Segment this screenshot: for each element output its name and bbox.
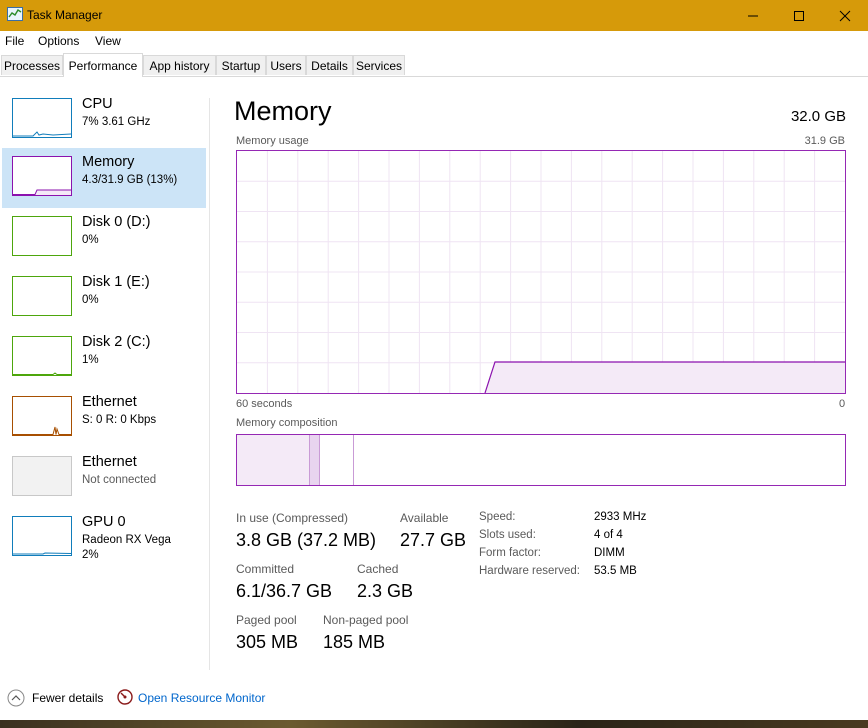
sidebar-item-label: CPU	[82, 96, 113, 112]
sidebar-item-ethernet-disconnected[interactable]: Ethernet Not connected	[2, 448, 206, 508]
ethernet-disconnected-thumbnail	[12, 456, 72, 496]
tab-details[interactable]: Details	[306, 55, 353, 75]
ethernet-thumbnail-graph	[12, 396, 72, 436]
menu-options[interactable]: Options	[38, 34, 79, 48]
cached-label: Cached	[357, 562, 399, 576]
sidebar-item-disk-0[interactable]: Disk 0 (D:) 0%	[2, 208, 206, 268]
memory-usage-max: 31.9 GB	[804, 135, 845, 147]
sidebar-item-label: Memory	[82, 154, 135, 170]
memory-usage-chart	[237, 151, 845, 394]
form-factor-value: DIMM	[594, 547, 625, 559]
menu-file[interactable]: File	[5, 34, 24, 48]
memory-usage-area	[485, 362, 845, 393]
composition-standby	[320, 435, 354, 485]
committed-label: Committed	[236, 562, 295, 576]
tab-bar: Processes Performance App history Startu…	[0, 52, 868, 77]
composition-modified	[310, 435, 320, 485]
tab-services[interactable]: Services	[353, 55, 405, 75]
disk-2-thumbnail-graph	[12, 336, 72, 376]
speed-label: Speed:	[479, 511, 516, 523]
non-paged-pool-label: Non-paged pool	[323, 613, 409, 627]
sidebar-item-disk-1[interactable]: Disk 1 (E:) 0%	[2, 268, 206, 328]
paged-pool-value: 305 MB	[236, 632, 299, 652]
chevron-up-icon[interactable]	[7, 689, 25, 707]
fewer-details-button[interactable]: Fewer details	[32, 691, 103, 705]
non-paged-pool-value: 185 MB	[323, 632, 386, 652]
sidebar-item-gpu-0[interactable]: GPU 0 Radeon RX Vega 2%	[2, 508, 206, 568]
available-label: Available	[400, 511, 449, 525]
sidebar-item-memory[interactable]: Memory 4.3/31.9 GB (13%)	[2, 148, 206, 208]
speed-value: 2933 MHz	[594, 511, 647, 523]
available-value: 27.7 GB	[400, 530, 467, 550]
paged-pool-label: Paged pool	[236, 613, 297, 627]
sidebar-item-label: Disk 0 (D:)	[82, 214, 151, 230]
maximize-button[interactable]	[776, 0, 822, 31]
sidebar-item-value: 1%	[82, 354, 99, 366]
sidebar-item-value-2: 2%	[82, 549, 99, 561]
tab-users[interactable]: Users	[266, 55, 306, 75]
committed-value: 6.1/36.7 GB	[236, 581, 333, 601]
minimize-button[interactable]	[730, 0, 776, 31]
sidebar-item-label: GPU 0	[82, 514, 126, 530]
minimize-icon	[748, 15, 758, 16]
window-title: Task Manager	[27, 8, 103, 22]
sidebar-item-disk-2[interactable]: Disk 2 (C:) 1%	[2, 328, 206, 388]
close-icon	[839, 10, 851, 21]
close-button[interactable]	[822, 0, 868, 31]
desktop-background-strip	[0, 720, 868, 728]
sidebar-item-value: 7% 3.61 GHz	[82, 116, 151, 128]
task-manager-icon	[7, 7, 23, 21]
tab-startup[interactable]: Startup	[216, 55, 266, 75]
memory-usage-label: Memory usage	[236, 135, 309, 147]
menu-view[interactable]: View	[95, 34, 121, 48]
memory-composition-label: Memory composition	[236, 417, 338, 429]
cpu-thumbnail-graph	[12, 98, 72, 138]
slots-used-label: Slots used:	[479, 529, 536, 541]
in-use-label: In use (Compressed)	[236, 511, 349, 525]
sidebar-item-value: Radeon RX Vega	[82, 534, 171, 546]
memory-composition-bar	[236, 434, 846, 486]
maximize-icon	[794, 10, 804, 21]
open-resource-monitor-link[interactable]: Open Resource Monitor	[138, 691, 265, 705]
tab-processes[interactable]: Processes	[1, 55, 63, 75]
memory-thumbnail-graph	[12, 156, 72, 196]
memory-usage-graph	[236, 150, 846, 394]
resource-monitor-icon	[117, 689, 133, 705]
slots-used-value: 4 of 4	[594, 529, 623, 541]
cached-value: 2.3 GB	[357, 581, 414, 601]
sidebar-item-label: Disk 2 (C:)	[82, 334, 151, 350]
sidebar-item-value: 4.3/31.9 GB (13%)	[82, 174, 178, 186]
title-bar: Task Manager	[0, 0, 868, 31]
sidebar-item-value: 0%	[82, 294, 99, 306]
memory-total: 32.0 GB	[790, 108, 846, 125]
sidebar-item-value: S: 0 R: 0 Kbps	[82, 414, 157, 426]
hardware-reserved-label: Hardware reserved:	[479, 565, 580, 577]
tab-performance[interactable]: Performance	[63, 53, 143, 77]
gpu-thumbnail-graph	[12, 516, 72, 556]
sidebar-item-cpu[interactable]: CPU 7% 3.61 GHz	[2, 90, 206, 150]
menu-bar: File Options View	[0, 31, 868, 52]
sidebar-item-label: Disk 1 (E:)	[82, 274, 150, 290]
tab-app-history[interactable]: App history	[143, 55, 216, 75]
disk-1-thumbnail-graph	[12, 276, 72, 316]
footer: Fewer details Open Resource Monitor	[0, 680, 868, 720]
time-axis-left-label: 60 seconds	[236, 398, 293, 410]
sidebar-item-label: Ethernet	[82, 394, 137, 410]
sidebar-item-value: Not connected	[82, 474, 157, 486]
sidebar-item-value: 0%	[82, 234, 99, 246]
page-title: Memory	[234, 96, 332, 126]
composition-in-use	[237, 435, 310, 485]
in-use-value: 3.8 GB (37.2 MB)	[236, 530, 377, 550]
sidebar-divider	[209, 98, 210, 670]
time-axis-right-label: 0	[839, 398, 846, 410]
form-factor-label: Form factor:	[479, 547, 541, 559]
sidebar-item-label: Ethernet	[82, 454, 137, 470]
resource-sidebar: CPU 7% 3.61 GHz Memory 4.3/31.9 GB (13%)…	[0, 90, 209, 670]
disk-0-thumbnail-graph	[12, 216, 72, 256]
sidebar-item-ethernet[interactable]: Ethernet S: 0 R: 0 Kbps	[2, 388, 206, 448]
hardware-reserved-value: 53.5 MB	[594, 565, 637, 577]
